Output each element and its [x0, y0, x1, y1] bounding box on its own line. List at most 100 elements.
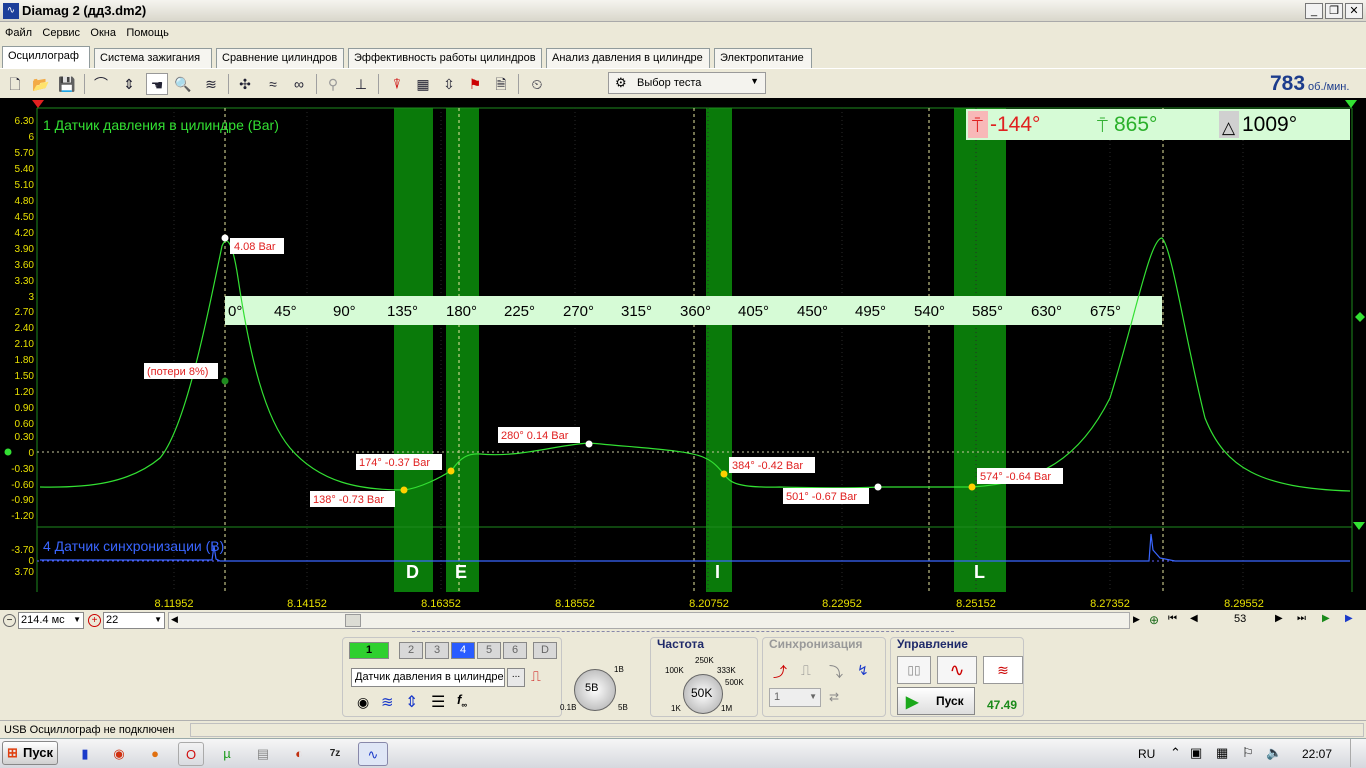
auto-scale-icon[interactable]: ⏲ — [526, 73, 548, 95]
start-menu-button[interactable]: ⊞ Пуск — [2, 741, 58, 765]
last-page-icon[interactable]: ⏭ — [1297, 613, 1306, 624]
scroll-right-icon[interactable]: ▶ — [1133, 614, 1140, 625]
lissajous-icon[interactable]: ∞ — [288, 73, 310, 95]
add-marker-icon[interactable]: ⊕ — [1149, 613, 1159, 627]
ch1-scale-marker[interactable] — [1355, 312, 1365, 322]
vertical-scale-icon[interactable]: ⇕ — [405, 692, 418, 712]
channel-button-6[interactable]: 6 — [503, 642, 527, 659]
channel-button-2[interactable]: 2 — [399, 642, 423, 659]
tab-cylinder-efficiency[interactable]: Эффективность работы цилиндров — [348, 48, 542, 68]
tray-expand-icon[interactable]: ⌃ — [1170, 745, 1181, 761]
explorer-taskbar-icon[interactable]: ▮ — [72, 742, 98, 766]
sync-auto-icon[interactable]: ↯ — [857, 662, 869, 679]
next-page-icon[interactable]: ▶ — [1275, 613, 1283, 624]
point-574[interactable] — [968, 483, 976, 491]
utorrent-taskbar-icon[interactable]: µ — [214, 742, 240, 766]
prev-page-icon[interactable]: ◀ — [1190, 613, 1198, 624]
close-button[interactable]: ✕ — [1345, 3, 1363, 19]
measure-cursor-icon[interactable]: ⇕ — [118, 73, 140, 95]
pause-button[interactable]: ▯▯ — [897, 656, 931, 684]
zero-marker-icon[interactable]: ⊥ — [350, 73, 372, 95]
zoom-select[interactable]: 22 ▼ — [103, 612, 165, 629]
marker-filter-icon[interactable]: ⍒ — [386, 73, 408, 95]
frequency-knob[interactable]: 50K — [683, 674, 723, 714]
menu-file[interactable]: Файл — [0, 24, 34, 39]
start-button[interactable]: ▶ Пуск — [897, 687, 975, 715]
curve-cursor-icon[interactable]: ⌒ — [90, 73, 112, 95]
ch1-zero-marker[interactable] — [4, 448, 12, 456]
channel-button-1[interactable]: 1 — [349, 642, 389, 659]
language-indicator[interactable]: RU — [1138, 747, 1155, 761]
lines-icon[interactable]: ☰ — [431, 692, 445, 712]
firefox-taskbar-icon[interactable]: ● — [142, 742, 168, 766]
menu-service[interactable]: Сервис — [37, 24, 82, 39]
tray-volume-icon[interactable]: 🔈 — [1266, 745, 1282, 761]
sensor-field[interactable]: Датчик давления в цилиндре — [351, 668, 505, 687]
hand-tool-icon[interactable]: ☚ — [146, 73, 168, 95]
point-384[interactable] — [720, 470, 728, 478]
tab-oscilloscope[interactable]: Осциллограф — [2, 46, 90, 68]
flag-icon[interactable]: ⚑ — [464, 73, 486, 95]
play-icon[interactable]: ▶ — [1322, 613, 1330, 624]
function-icon[interactable]: f∞ — [457, 692, 467, 710]
show-desktop-button[interactable] — [1350, 739, 1364, 767]
point-501[interactable] — [874, 483, 882, 491]
archive-taskbar-icon[interactable]: 7z — [322, 742, 348, 766]
channel-button-5[interactable]: 5 — [477, 642, 501, 659]
sync-swap-icon[interactable]: ⇄ — [829, 690, 839, 704]
multi-wave-button[interactable]: ≋ — [983, 656, 1023, 684]
tray-flag-icon[interactable]: ⚐ — [1242, 745, 1254, 761]
tab-power[interactable]: Электропитание — [714, 48, 812, 68]
auto-trigger-icon[interactable]: ⚲ — [322, 73, 344, 95]
menu-windows[interactable]: Окна — [85, 24, 118, 39]
zoom-out-icon[interactable]: − — [3, 614, 16, 627]
minimize-button[interactable]: _ — [1305, 3, 1323, 19]
sync-front-icon[interactable]: ⎍ — [801, 662, 811, 679]
sync-channel-select[interactable]: 1 ▼ — [769, 688, 821, 707]
channel-button-3[interactable]: 3 — [425, 642, 449, 659]
sync-rise-icon[interactable]: ⤴ — [773, 662, 787, 682]
channel1-label[interactable]: 1 Датчик давления в цилиндре (Bar) — [43, 117, 279, 133]
zoom-in-icon[interactable]: + — [88, 614, 101, 627]
ch1-bottom-marker[interactable] — [1353, 522, 1365, 530]
first-page-icon[interactable]: ⏮ — [1168, 613, 1177, 624]
sync-fall-icon[interactable]: ⤵ — [829, 662, 843, 682]
menu-help[interactable]: Помощь — [121, 24, 171, 39]
tab-ignition[interactable]: Система зажигания — [94, 48, 212, 68]
signal-filter-icon[interactable]: ≋ — [200, 73, 222, 95]
diamag-taskbar-icon[interactable]: ∿ — [358, 742, 388, 766]
tray-network-icon[interactable]: ▦ — [1216, 745, 1228, 761]
peak-point[interactable] — [221, 234, 229, 242]
voltage-knob[interactable]: 5В — [574, 669, 616, 711]
shift-icon[interactable]: ✣ — [234, 73, 256, 95]
left-cursor-marker[interactable] — [32, 100, 44, 108]
channel-button-d[interactable]: D — [533, 642, 557, 659]
channel4-label[interactable]: 4 Датчик синхронизации (В) — [43, 538, 224, 554]
point-174[interactable] — [447, 467, 455, 475]
notepad-taskbar-icon[interactable]: ▤ — [250, 742, 276, 766]
right-cursor-marker[interactable] — [1345, 100, 1357, 108]
panel-splitter[interactable] — [412, 631, 954, 635]
paint-taskbar-icon[interactable]: ◐ — [286, 742, 312, 766]
opera-taskbar-icon[interactable]: O — [178, 742, 204, 766]
sine-mode-button[interactable]: ∿ — [937, 656, 977, 684]
new-file-icon[interactable]: 🗋 — [4, 73, 26, 95]
scrollbar-thumb[interactable] — [345, 614, 361, 627]
scroll-left-icon[interactable]: ◀ — [171, 614, 178, 625]
split-icon[interactable]: ⇳ — [438, 73, 460, 95]
horizontal-scrollbar[interactable]: ◀ — [168, 612, 1130, 629]
point-280[interactable] — [585, 440, 593, 448]
timebase-select[interactable]: 214.4 мс ▼ — [18, 612, 84, 629]
zoom-icon[interactable]: 🔍 — [172, 73, 194, 95]
sensor-browse-button[interactable]: ... — [507, 668, 525, 687]
restore-button[interactable]: ❐ — [1325, 3, 1343, 19]
report-icon[interactable]: 🗎 — [490, 73, 512, 95]
oscilloscope-view[interactable]: 6.30 6 5.70 5.40 5.10 4.80 4.50 4.20 3.9… — [0, 98, 1366, 610]
save-icon[interactable]: 💾 — [56, 73, 78, 95]
probe-icon[interactable]: ⎍ — [531, 668, 541, 685]
overlay-icon[interactable]: ≈ — [262, 73, 284, 95]
channel-button-4[interactable]: 4 — [451, 642, 475, 659]
chrome-taskbar-icon[interactable]: ◉ — [106, 742, 132, 766]
eye-icon[interactable]: ◉ — [357, 694, 369, 711]
play-fast-icon[interactable]: ▶ — [1345, 613, 1353, 624]
